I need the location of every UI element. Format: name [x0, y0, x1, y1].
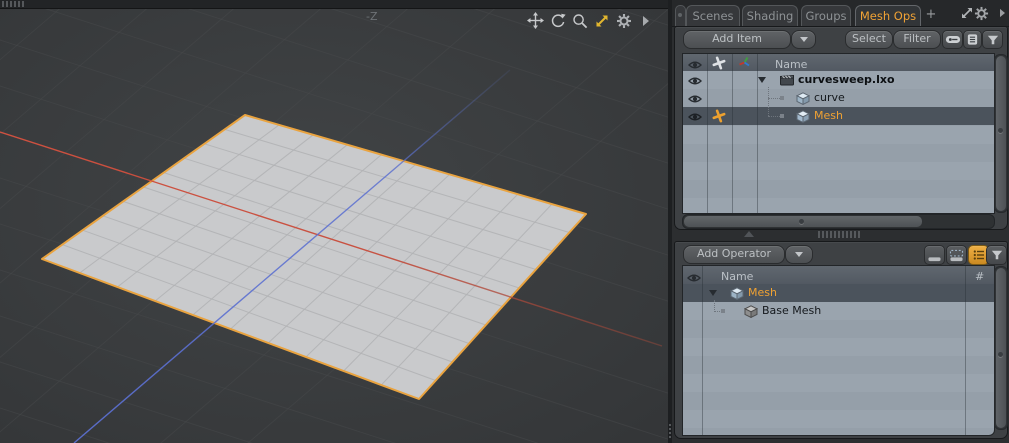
pan-icon[interactable]: [527, 12, 544, 29]
ops-row-mesh[interactable]: Mesh: [683, 284, 994, 302]
eye-icon[interactable]: [688, 112, 702, 125]
chevron-down-icon: [800, 37, 808, 42]
column-divider: [757, 54, 758, 213]
ops-row-base-mesh[interactable]: Base Mesh: [683, 302, 994, 320]
item-row-mesh[interactable]: Mesh: [683, 107, 994, 125]
list-view-icon: [972, 248, 986, 262]
tab-scenes[interactable]: Scenes: [686, 5, 740, 26]
modo-window: -Z Scenes: [0, 0, 1009, 443]
tab-stub-dot: [678, 13, 682, 17]
thumbnail-view-icon: [949, 249, 964, 262]
viewport-axis-label: -Z: [366, 10, 378, 23]
panel-more-arrow-icon[interactable]: [999, 8, 1009, 23]
item-label: curve: [814, 91, 845, 104]
3d-viewport[interactable]: -Z: [0, 0, 668, 443]
add-operator-button[interactable]: Add Operator: [683, 245, 785, 264]
item-list: Name curvesweep.lxo: [682, 53, 995, 214]
item-row-curvesweep[interactable]: curvesweep.lxo: [683, 71, 994, 89]
funnel-icon: [986, 34, 1000, 46]
gear-icon[interactable]: [974, 6, 990, 21]
item-list-panel: Add Item Select Filter: [674, 26, 1008, 230]
eye-icon[interactable]: [688, 94, 702, 107]
panel-divider[interactable]: [672, 228, 1009, 241]
add-item-dropdown[interactable]: [791, 30, 816, 49]
column-divider: [702, 266, 703, 435]
tree-node-square: [721, 309, 725, 313]
tab-stub[interactable]: [675, 5, 686, 26]
maximize-icon[interactable]: [593, 12, 610, 29]
tab-bar: Scenes Shading Groups Mesh Ops +: [672, 0, 1009, 27]
mesh-icon: [796, 92, 810, 108]
divider-grip[interactable]: [818, 231, 862, 238]
mesh-icon: [730, 287, 744, 303]
column-divider: [732, 54, 733, 213]
tab-groups[interactable]: Groups: [801, 5, 851, 26]
ops-list-scrollbar[interactable]: [994, 266, 1008, 430]
ops-filter-funnel-button[interactable]: [986, 245, 1007, 265]
zoom-icon[interactable]: [571, 12, 588, 29]
compact-view-icon: [927, 249, 942, 262]
disclosure-triangle[interactable]: [709, 290, 717, 296]
tree-line: [768, 98, 780, 99]
scrollbar-grip-dot: [998, 128, 1003, 133]
add-tab-button[interactable]: +: [924, 6, 938, 24]
filter-funnel-button[interactable]: [982, 30, 1003, 49]
tree-node-square: [780, 96, 784, 100]
column-divider: [707, 54, 708, 213]
filter-button[interactable]: Filter: [893, 30, 941, 49]
tree-line: [768, 87, 769, 116]
scrollbar-grip-dot: [799, 219, 804, 224]
scrollbar-thumb[interactable]: [996, 56, 1006, 211]
funnel-icon: [990, 249, 1004, 261]
view-compact-button[interactable]: [924, 245, 945, 265]
list-style-button[interactable]: [963, 30, 982, 49]
viewport-grip-handle[interactable]: [2, 1, 26, 7]
list-options-button[interactable]: [942, 30, 963, 49]
op-label: Base Mesh: [762, 304, 821, 317]
gear-icon[interactable]: [615, 12, 632, 29]
tree-node-square: [780, 114, 784, 118]
disclosure-triangle[interactable]: [758, 77, 766, 83]
tree-line: [714, 300, 715, 312]
select-button[interactable]: Select: [845, 30, 893, 49]
mesh-icon: [796, 110, 810, 126]
tree-line: [768, 116, 780, 117]
chevron-down-icon: [795, 252, 803, 257]
op-label: Mesh: [748, 286, 777, 299]
item-label: Mesh: [814, 109, 843, 122]
scene-icon: [780, 74, 794, 89]
mesh-ops-list: Name # Mesh: [682, 265, 995, 436]
add-item-button[interactable]: Add Item: [683, 30, 791, 49]
viewport-toolbar: [527, 12, 654, 29]
item-list-hscrollbar[interactable]: [682, 214, 995, 229]
rotate-icon[interactable]: [549, 12, 566, 29]
scrollbar-grip-dot: [998, 352, 1003, 357]
splitter-grip[interactable]: [669, 424, 671, 440]
view-thumbnail-button[interactable]: [946, 245, 967, 265]
list-icon: [966, 33, 979, 46]
item-label: curvesweep.lxo: [798, 73, 895, 86]
item-list-header: Name: [683, 54, 994, 71]
tab-mesh-ops[interactable]: Mesh Ops: [855, 5, 921, 26]
item-list-scrollbar[interactable]: [994, 54, 1008, 213]
add-operator-dropdown[interactable]: [785, 245, 813, 264]
render-jack-icon[interactable]: [712, 109, 726, 126]
base-mesh-icon: [744, 305, 758, 321]
scrollbar-thumb[interactable]: [996, 268, 1006, 428]
viewport-canvas[interactable]: [0, 0, 668, 443]
column-divider: [965, 266, 966, 435]
hscrollbar-thumb[interactable]: [684, 216, 922, 227]
more-arrow-icon[interactable]: [637, 12, 654, 29]
collapse-arrow-icon[interactable]: [744, 231, 754, 237]
ops-list-header: Name #: [683, 266, 994, 284]
eye-icon[interactable]: [688, 76, 702, 89]
viewport-top-strip: [0, 0, 668, 9]
slider-pill-icon: [945, 34, 961, 45]
mesh-ops-panel: Add Operator Name #: [674, 241, 1008, 439]
right-panel: Scenes Shading Groups Mesh Ops + Add Ite…: [672, 0, 1009, 443]
tab-shading[interactable]: Shading: [742, 5, 798, 26]
item-row-curve[interactable]: curve: [683, 89, 994, 107]
